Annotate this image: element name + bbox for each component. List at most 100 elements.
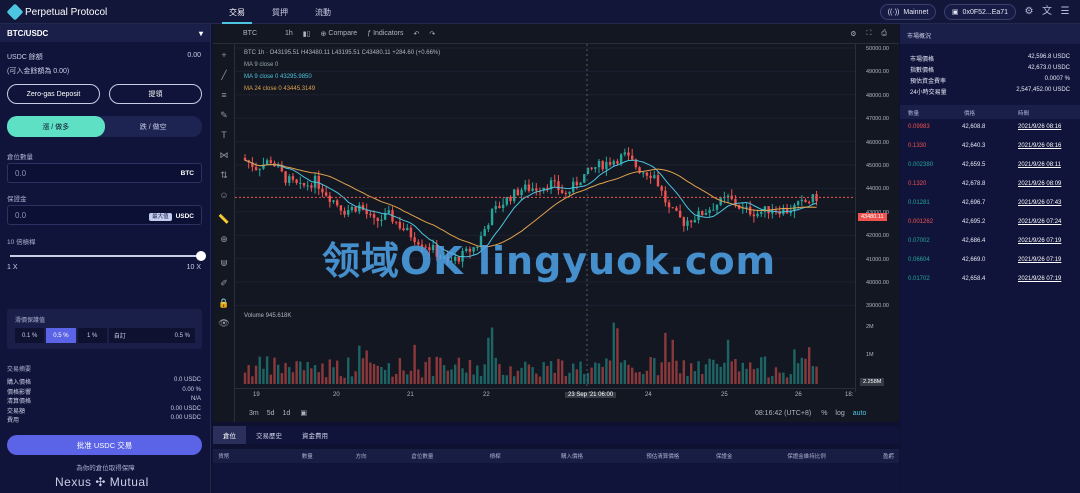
percent-scale[interactable]: %: [821, 410, 827, 417]
candle-body: [575, 181, 579, 186]
max-margin-button[interactable]: 最大值: [149, 212, 172, 221]
price-axis[interactable]: 2.258M 50000.00 49000.00 48000.00 47000.00 4…: [855, 44, 899, 392]
network-button[interactable]: ((·)) Mainnet: [880, 4, 936, 20]
range-5d[interactable]: 5d: [267, 410, 275, 417]
auto-scale[interactable]: auto: [853, 410, 867, 417]
summary-key: 費用: [7, 418, 20, 424]
trade-time-link[interactable]: 2021/9/26 08:11: [1018, 162, 1061, 168]
trade-time-link[interactable]: 2021/9/26 08:09: [1018, 181, 1061, 187]
trade-time-link[interactable]: 2021/9/26 07:19: [1018, 276, 1061, 282]
nav-stake[interactable]: 質押: [272, 7, 288, 18]
market-stat-row: 市場價格 42,596.8 USDC: [910, 54, 1070, 63]
nav-trade[interactable]: 交易: [229, 7, 245, 18]
trendline-icon[interactable]: ╱: [217, 70, 231, 81]
long-button[interactable]: 漲 / 做多: [7, 116, 105, 137]
undo-icon[interactable]: ↶: [413, 30, 419, 38]
position-size-input[interactable]: 0.0 BTC: [7, 163, 202, 183]
log-scale[interactable]: log: [835, 410, 844, 417]
trade-time-link[interactable]: 2021/9/26 08:16: [1018, 143, 1061, 149]
candle-body: [524, 184, 527, 190]
tab-funding[interactable]: 資金費用: [292, 426, 338, 444]
trade-row[interactable]: 0.1330 42,640.3 2021/9/26 08:16: [900, 140, 1080, 154]
slippage-option-1[interactable]: 1 %: [77, 328, 107, 343]
time-axis[interactable]: 19 20 21 22 23 Sep '21 06:00 24 25 26 18:: [235, 388, 855, 402]
slippage-option-0-1[interactable]: 0.1 %: [15, 328, 45, 343]
redo-icon[interactable]: ↷: [429, 30, 435, 38]
candle-type-icon[interactable]: ▮▯: [303, 30, 311, 38]
chart-symbol[interactable]: BTC: [243, 30, 257, 37]
trade-time-link[interactable]: 2021/9/26 07:43: [1018, 200, 1061, 206]
volume-bar: [468, 360, 472, 384]
leverage-slider-handle[interactable]: [196, 251, 206, 261]
slippage-custom-input[interactable]: 自訂 0.5 %: [108, 328, 195, 343]
trade-time-link[interactable]: 2021/9/26 07:19: [1018, 238, 1061, 244]
volume-bar: [324, 377, 328, 384]
prediction-icon[interactable]: ⇅: [217, 170, 231, 181]
emoji-icon[interactable]: ☺: [217, 190, 231, 200]
trade-row[interactable]: 0.09983 42,608.8 2021/9/26 08:16: [900, 121, 1080, 135]
crosshair-icon[interactable]: +: [217, 50, 231, 60]
slippage-option-0-5[interactable]: 0.5 %: [46, 328, 76, 343]
approve-usdc-button[interactable]: 批准 USDC 交易: [7, 435, 202, 455]
price-chart[interactable]: BTC 1h ▮▯ ⊕ Compare ƒ Indicators ↶ ↷ ⚙ ⛶…: [213, 24, 899, 422]
candle-plot[interactable]: [235, 44, 855, 388]
trade-time-link[interactable]: 2021/9/26 07:19: [1018, 257, 1061, 263]
indicators-button[interactable]: Indicators: [373, 30, 403, 37]
goto-date-icon[interactable]: ▣: [300, 409, 307, 417]
withdraw-button[interactable]: 提領: [109, 84, 202, 104]
text-icon[interactable]: T: [217, 130, 231, 140]
trade-row[interactable]: 0.01281 42,696.7 2021/9/26 07:43: [900, 197, 1080, 211]
short-button[interactable]: 跌 / 做空: [105, 116, 203, 137]
lock-icon[interactable]: 🔒: [217, 298, 231, 309]
nexus-mutual-logo[interactable]: Nexus ✣ Mutual: [55, 475, 149, 489]
indicators-icon[interactable]: ƒ: [367, 30, 371, 37]
chart-interval[interactable]: 1h: [285, 30, 293, 37]
volume-bar: [442, 365, 446, 384]
volume-bar: [708, 358, 711, 384]
gear-icon[interactable]: ⚙: [1022, 5, 1036, 19]
stat-value: 0.0007 %: [1044, 76, 1070, 82]
trade-row[interactable]: 0.001262 42,695.2 2021/9/26 07:24: [900, 216, 1080, 230]
zoom-in-icon[interactable]: ⊕: [217, 234, 231, 245]
range-1d[interactable]: 1d: [283, 410, 291, 417]
brush-icon[interactable]: ✎: [217, 110, 231, 121]
menu-icon[interactable]: ☰: [1058, 5, 1072, 19]
nav-liquidity[interactable]: 流動: [315, 7, 331, 18]
wallet-button[interactable]: ▣ 0x0F52...Ea71: [944, 4, 1016, 20]
balance-value: 0.00: [187, 52, 201, 59]
add-compare-icon[interactable]: ⊕: [321, 30, 327, 38]
price-tick: 45000.00: [866, 163, 889, 169]
screenshot-icon[interactable]: ⎙: [881, 30, 887, 38]
trade-row[interactable]: 0.01702 42,658.4 2021/9/26 07:19: [900, 273, 1080, 287]
volume-bar: [461, 368, 464, 384]
range-3m[interactable]: 3m: [249, 410, 259, 417]
tab-trade-history[interactable]: 交易歷史: [246, 426, 292, 444]
app-logo[interactable]: Perpetual Protocol: [6, 3, 107, 21]
trade-time-link[interactable]: 2021/9/26 07:24: [1018, 219, 1061, 225]
trade-row[interactable]: 0.06604 42,669.0 2021/9/26 07:19: [900, 254, 1080, 268]
compare-button[interactable]: Compare: [328, 30, 357, 37]
fullscreen-icon[interactable]: ⛶: [866, 30, 871, 38]
trade-row[interactable]: 0.002380 42,659.5 2021/9/26 08:11: [900, 159, 1080, 173]
ruler-icon[interactable]: 📏: [217, 214, 231, 225]
margin-input[interactable]: 0.0 最大值 USDC: [7, 205, 202, 225]
volume-bar: [653, 357, 656, 384]
candle-body: [258, 168, 261, 170]
trade-row[interactable]: 0.1320 42,678.8 2021/9/26 08:09: [900, 178, 1080, 192]
magnet-icon[interactable]: ⋓: [217, 258, 231, 269]
pattern-icon[interactable]: ⋈: [217, 150, 231, 161]
eye-icon[interactable]: 👁: [217, 318, 231, 329]
candle-body: [752, 214, 756, 217]
zero-gas-deposit-button[interactable]: Zero-gas Deposit: [7, 84, 100, 104]
volume-bar: [564, 375, 568, 384]
pencil-lock-icon[interactable]: ✐: [217, 278, 231, 289]
chart-settings-icon[interactable]: ⚙: [850, 30, 856, 38]
pair-selector[interactable]: BTC/USDC ▾: [0, 24, 210, 42]
language-icon[interactable]: 文: [1040, 5, 1054, 19]
tab-positions[interactable]: 倉位: [213, 426, 246, 444]
fib-icon[interactable]: ≡: [217, 90, 231, 100]
positions-col: 預估清算價格: [646, 454, 680, 460]
leverage-slider-track[interactable]: [10, 255, 200, 257]
trade-row[interactable]: 0.07002 42,686.4 2021/9/26 07:19: [900, 235, 1080, 249]
trade-time-link[interactable]: 2021/9/26 08:16: [1018, 124, 1061, 130]
